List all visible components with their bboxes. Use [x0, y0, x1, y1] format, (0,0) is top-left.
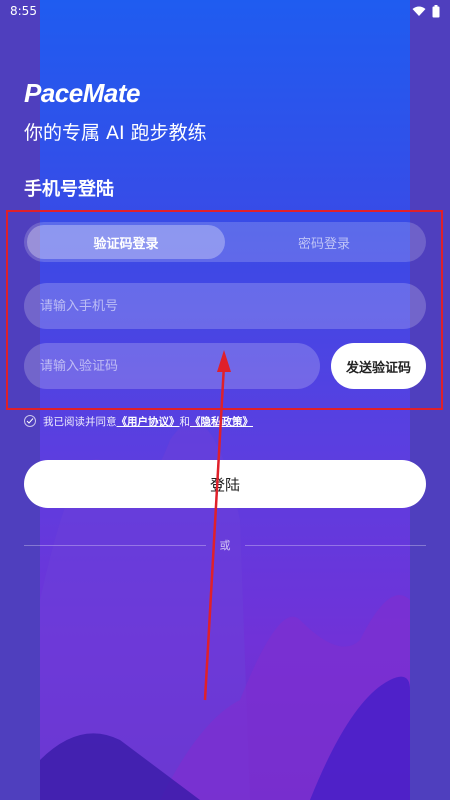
login-mode-tabs: 验证码登录 密码登录 [24, 222, 426, 262]
tab-password-login[interactable]: 密码登录 [225, 225, 423, 259]
status-time: 8:55 [10, 4, 37, 18]
phone-input-box [24, 283, 426, 329]
verification-code-input[interactable] [40, 358, 320, 374]
divider-line-right [244, 544, 426, 546]
app-brand: PaceMate [24, 78, 140, 108]
code-input-box [24, 343, 320, 389]
page-title: 手机号登陆 [24, 179, 114, 200]
agreement-row: 我已阅读并同意 《用户协议》 和 《隐私政策》 [24, 413, 253, 429]
or-text: 或 [219, 539, 231, 552]
agreement-prefix: 我已阅读并同意 [43, 415, 117, 428]
status-bar: 8:55 [0, 0, 450, 22]
tab-code-login[interactable]: 验证码登录 [27, 225, 225, 259]
privacy-policy-link[interactable]: 《隐私政策》 [190, 414, 253, 429]
user-agreement-link[interactable]: 《用户协议》 [117, 414, 180, 429]
app-tagline: 你的专属 AI 跑步教练 [24, 122, 207, 144]
battery-icon [432, 4, 440, 17]
phone-input[interactable] [40, 298, 426, 314]
wifi-icon [412, 6, 426, 16]
check-icon [26, 418, 34, 424]
or-divider: 或 [24, 537, 426, 553]
status-icons [412, 4, 440, 18]
login-button[interactable]: 登陆 [24, 460, 426, 508]
agreement-and: 和 [179, 415, 191, 428]
send-code-button[interactable]: 发送验证码 [331, 343, 426, 389]
divider-line-left [24, 544, 206, 546]
agreement-checkbox[interactable] [24, 415, 36, 427]
